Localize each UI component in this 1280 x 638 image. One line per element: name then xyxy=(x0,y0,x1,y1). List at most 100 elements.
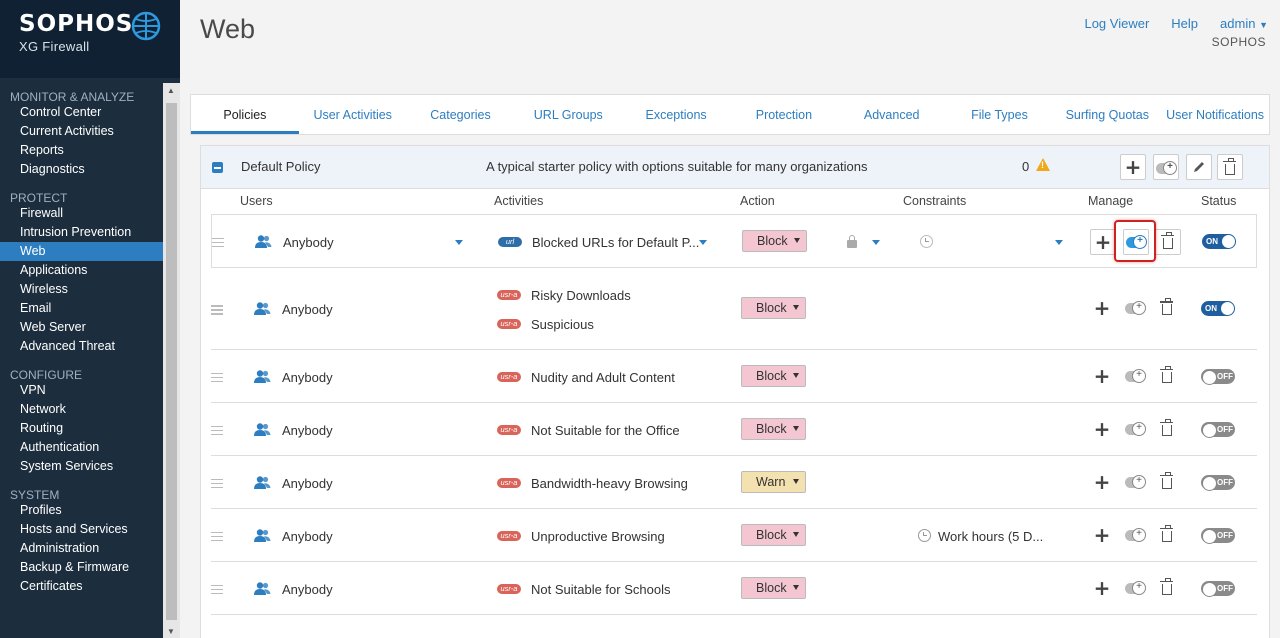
scroll-down-icon[interactable]: ▼ xyxy=(167,627,175,636)
sidebar-item-hosts-and-services[interactable]: Hosts and Services xyxy=(0,520,163,539)
sidebar-item-firewall[interactable]: Firewall xyxy=(0,204,163,223)
sidebar-item-wireless[interactable]: Wireless xyxy=(0,280,163,299)
drag-handle-icon[interactable] xyxy=(211,305,223,317)
tab-advanced[interactable]: Advanced xyxy=(838,95,946,134)
action-select[interactable]: Block xyxy=(741,417,806,440)
delete-rule-button[interactable] xyxy=(1154,576,1180,602)
tab-surfing-quotas[interactable]: Surfing Quotas xyxy=(1053,95,1161,134)
add-exception-button[interactable] xyxy=(1122,523,1148,549)
user-group-icon xyxy=(253,422,271,436)
add-rule-button[interactable]: + xyxy=(1089,523,1115,549)
delete-rule-button[interactable] xyxy=(1154,523,1180,549)
action-select[interactable]: Block xyxy=(741,297,806,319)
drag-handle-icon[interactable] xyxy=(211,478,223,491)
delete-rule-button[interactable] xyxy=(1154,364,1180,390)
drag-handle-icon[interactable] xyxy=(211,372,223,385)
add-exception-button[interactable] xyxy=(1122,470,1148,496)
sidebar-item-applications[interactable]: Applications xyxy=(0,261,163,280)
tab-exceptions[interactable]: Exceptions xyxy=(622,95,730,134)
action-select[interactable]: Block xyxy=(741,364,806,387)
users-dropdown-icon[interactable] xyxy=(455,239,463,245)
sidebar-item-authentication[interactable]: Authentication xyxy=(0,438,163,457)
status-toggle[interactable]: OFF xyxy=(1201,368,1235,385)
admin-menu[interactable]: admin ▼ xyxy=(1220,16,1268,31)
sidebar-item-advanced-threat[interactable]: Advanced Threat xyxy=(0,337,163,356)
drag-handle-icon[interactable] xyxy=(211,425,223,438)
add-exception-button[interactable] xyxy=(1122,364,1148,390)
status-toggle[interactable]: ON xyxy=(1201,301,1235,316)
add-rule-button[interactable]: + xyxy=(1089,364,1115,390)
tab-user-activities[interactable]: User Activities xyxy=(299,95,407,134)
scroll-thumb[interactable] xyxy=(166,103,177,620)
activities-dropdown-icon[interactable] xyxy=(699,239,707,245)
status-toggle[interactable]: ON xyxy=(1202,233,1236,249)
sidebar-item-network[interactable]: Network xyxy=(0,400,163,419)
drag-handle-icon[interactable] xyxy=(211,531,223,544)
add-toggle-icon xyxy=(1125,368,1146,383)
clock-icon[interactable] xyxy=(920,234,933,248)
drag-handle-icon[interactable] xyxy=(211,584,223,597)
tab-url-groups[interactable]: URL Groups xyxy=(514,95,622,134)
sidebar-item-vpn[interactable]: VPN xyxy=(0,381,163,400)
sidebar-item-profiles[interactable]: Profiles xyxy=(0,501,163,520)
warning-icon xyxy=(1036,158,1050,171)
tab-policies[interactable]: Policies xyxy=(191,95,299,134)
action-select[interactable]: Block xyxy=(741,523,806,546)
sidebar-item-web-server[interactable]: Web Server xyxy=(0,318,163,337)
action-select[interactable]: Block xyxy=(742,229,807,252)
drag-handle-icon[interactable] xyxy=(212,237,224,250)
action-select[interactable]: Warn xyxy=(741,470,806,493)
delete-rule-button[interactable] xyxy=(1155,228,1181,255)
scroll-up-icon[interactable]: ▲ xyxy=(167,86,175,95)
nav-section-system: SYSTEM Profiles Hosts and Services Administ… xyxy=(0,476,163,596)
add-rule-button[interactable]: + xyxy=(1120,154,1146,180)
sidebar-item-backup-and-firmware[interactable]: Backup & Firmware xyxy=(0,558,163,577)
sidebar-item-system-services[interactable]: System Services xyxy=(0,457,163,476)
collapse-icon[interactable] xyxy=(212,162,223,173)
sidebar-item-administration[interactable]: Administration xyxy=(0,539,163,558)
add-exception-button[interactable] xyxy=(1122,296,1148,322)
lock-icon[interactable] xyxy=(847,234,857,248)
tab-file-types[interactable]: File Types xyxy=(946,95,1054,134)
status-toggle[interactable]: OFF xyxy=(1201,580,1235,597)
add-rule-button[interactable]: + xyxy=(1089,417,1115,443)
tab-user-notifications[interactable]: User Notifications xyxy=(1161,95,1269,134)
add-exception-button[interactable] xyxy=(1122,576,1148,602)
add-rule-button[interactable]: + xyxy=(1089,470,1115,496)
delete-rule-button[interactable] xyxy=(1154,470,1180,496)
action-select[interactable]: Block xyxy=(741,576,806,599)
status-toggle[interactable]: OFF xyxy=(1201,421,1235,438)
sidebar-item-reports[interactable]: Reports xyxy=(0,141,163,160)
sidebar-scrollbar[interactable]: ▲ ▼ xyxy=(163,83,180,638)
user-group-icon xyxy=(253,581,271,595)
sidebar-item-web[interactable]: Web xyxy=(0,242,163,261)
company-name: SOPHOS xyxy=(1211,35,1266,49)
add-rule-button[interactable]: + xyxy=(1090,228,1116,255)
add-rule-button[interactable]: + xyxy=(1089,296,1115,322)
add-exception-button[interactable] xyxy=(1153,154,1179,180)
sidebar-item-current-activities[interactable]: Current Activities xyxy=(0,122,163,141)
status-toggle[interactable]: OFF xyxy=(1201,474,1235,491)
sidebar-item-diagnostics[interactable]: Diagnostics xyxy=(0,160,163,179)
col-activities: Activities xyxy=(494,194,544,208)
status-toggle[interactable]: OFF xyxy=(1201,527,1235,544)
sidebar-item-certificates[interactable]: Certificates xyxy=(0,577,163,596)
help-link[interactable]: Help xyxy=(1171,16,1198,31)
log-viewer-link[interactable]: Log Viewer xyxy=(1084,16,1149,31)
constraints-dropdown-icon[interactable] xyxy=(1055,239,1063,245)
add-toggle-icon xyxy=(1125,580,1146,595)
edit-policy-button[interactable] xyxy=(1186,154,1212,180)
tab-categories[interactable]: Categories xyxy=(407,95,515,134)
tab-protection[interactable]: Protection xyxy=(730,95,838,134)
action-dropdown-icon[interactable] xyxy=(872,239,880,245)
table-row: Anybody usr-a Unproductive Browsing Block Wo… xyxy=(211,509,1257,562)
add-rule-button[interactable]: + xyxy=(1089,576,1115,602)
delete-policy-button[interactable] xyxy=(1217,154,1243,180)
sidebar-item-intrusion-prevention[interactable]: Intrusion Prevention xyxy=(0,223,163,242)
sidebar-item-routing[interactable]: Routing xyxy=(0,419,163,438)
sidebar-item-control-center[interactable]: Control Center xyxy=(0,103,163,122)
delete-rule-button[interactable] xyxy=(1154,296,1180,322)
delete-rule-button[interactable] xyxy=(1154,417,1180,443)
add-exception-button[interactable] xyxy=(1122,417,1148,443)
sidebar-item-email[interactable]: Email xyxy=(0,299,163,318)
